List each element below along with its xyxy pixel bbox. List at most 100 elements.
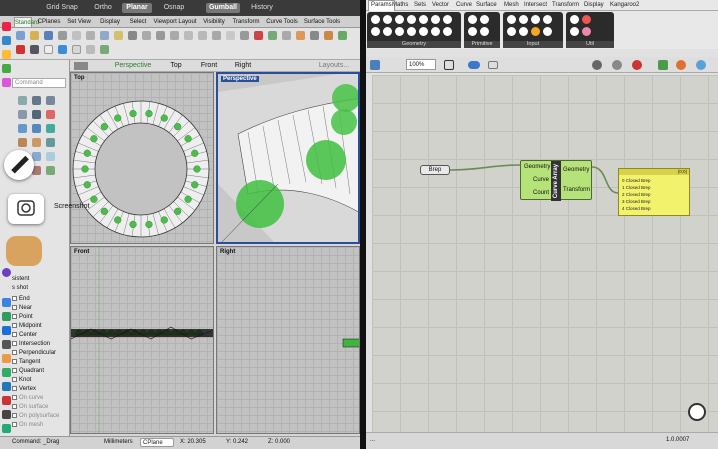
osnap-vertex[interactable]: Vertex (12, 386, 36, 392)
circle-icon[interactable] (18, 110, 27, 119)
zoom-select[interactable]: 100% (406, 59, 436, 70)
number-param-icon[interactable] (468, 27, 477, 36)
dock-app-icon[interactable] (2, 354, 11, 363)
input-count[interactable]: Count (533, 190, 549, 196)
ortho-toggle[interactable]: Ortho (90, 3, 116, 13)
shade-icon[interactable] (324, 31, 333, 40)
text-param-icon[interactable] (480, 27, 489, 36)
dock-app-icon[interactable] (2, 326, 11, 335)
osnap-on-curve[interactable]: On curve (12, 395, 43, 401)
screenshot-icon[interactable] (8, 194, 44, 224)
dock-app-icon[interactable] (2, 396, 11, 405)
osnap-perpendicular[interactable]: Perpendicular (12, 350, 56, 356)
osnap-on-polysurface[interactable]: On polysurface (12, 413, 59, 419)
dock-app-icon[interactable] (2, 312, 11, 321)
preview-mode-icon[interactable] (592, 60, 602, 70)
options-icon[interactable] (72, 45, 81, 54)
osnap-quadrant[interactable]: Quadrant (12, 368, 44, 374)
planar-toggle[interactable]: Planar (122, 3, 152, 13)
point-param-icon[interactable] (383, 15, 392, 24)
tab-transform[interactable]: Transform (230, 17, 262, 27)
arc-param-icon[interactable] (443, 15, 452, 24)
tab-params[interactable]: Params (368, 0, 395, 11)
dock-app-icon[interactable] (2, 22, 11, 31)
osnap-near[interactable]: Near (12, 305, 32, 311)
copy-icon[interactable] (100, 31, 109, 40)
paste-icon[interactable] (114, 31, 123, 40)
panel-icon[interactable] (507, 27, 516, 36)
viewport-grid-icon[interactable] (74, 62, 88, 70)
osnap-end[interactable]: End (12, 296, 30, 302)
osnap-tangent[interactable]: Tangent (12, 359, 40, 365)
tab-sets[interactable]: Sets (414, 1, 426, 10)
dock-app-icon[interactable] (2, 36, 11, 45)
tab-front[interactable]: Front (196, 61, 222, 71)
hide-icon[interactable] (282, 31, 291, 40)
jump-icon[interactable] (570, 27, 579, 36)
line-param-icon[interactable] (419, 15, 428, 24)
document-preview-icon[interactable] (676, 60, 686, 70)
print-icon[interactable] (58, 31, 67, 40)
grasshopper-icon[interactable] (100, 45, 109, 54)
fitness-icon[interactable] (582, 27, 591, 36)
tab-top[interactable]: Top (164, 61, 188, 71)
lock-icon[interactable] (296, 31, 305, 40)
viewport-perspective[interactable]: Perspective (216, 72, 360, 244)
save-icon[interactable] (370, 60, 380, 70)
pan-icon[interactable] (142, 31, 151, 40)
osnap-point[interactable]: Point (12, 314, 33, 320)
grid-snap-toggle[interactable]: Grid Snap (42, 3, 82, 13)
tab-layouts[interactable]: Layouts... (314, 61, 354, 71)
extrude-icon[interactable] (32, 124, 41, 133)
dock-app-icon[interactable] (2, 64, 11, 73)
curve-icon[interactable] (46, 96, 55, 105)
bake-icon[interactable] (696, 60, 706, 70)
sketch-icon[interactable] (488, 61, 498, 69)
slider-icon[interactable] (507, 15, 516, 24)
input-geometry[interactable]: Geometry (524, 164, 550, 170)
osnap-knot[interactable]: Knot (12, 377, 31, 383)
tab-vector[interactable]: Vector (432, 1, 449, 10)
help-icon[interactable] (86, 45, 95, 54)
command-input[interactable]: Command (12, 78, 66, 88)
tab-select[interactable]: Select (126, 17, 150, 27)
properties-icon[interactable] (72, 31, 81, 40)
vector-param-icon[interactable] (395, 15, 404, 24)
rectangle-icon[interactable] (46, 110, 55, 119)
viewport-right[interactable]: Right (216, 246, 360, 434)
control-knob-icon[interactable] (531, 27, 540, 36)
tab-visibility[interactable]: Visibility (200, 17, 228, 27)
viewport-front[interactable]: Front (70, 246, 214, 434)
tab-mesh[interactable]: Mesh (504, 1, 519, 10)
lights-icon[interactable] (268, 31, 277, 40)
field-param-icon[interactable] (419, 27, 428, 36)
dimension-icon[interactable] (46, 152, 55, 161)
brep-parameter[interactable]: Brep (420, 165, 450, 175)
integer-param-icon[interactable] (480, 15, 489, 24)
digit-scroller-icon[interactable] (543, 27, 552, 36)
colour-swatch-icon[interactable] (519, 27, 528, 36)
group-param-icon[interactable] (431, 27, 440, 36)
undo-icon[interactable] (128, 31, 137, 40)
point-icon[interactable] (18, 96, 27, 105)
markup-pencil-icon[interactable] (4, 150, 34, 180)
cplane-select[interactable]: CPlane (140, 438, 174, 447)
dock-app-icon[interactable] (2, 340, 11, 349)
cluster-icon[interactable] (570, 15, 579, 24)
tab-maths[interactable]: Maths (392, 1, 408, 10)
rotate-view-icon[interactable] (156, 31, 165, 40)
tab-viewport-layout[interactable]: Viewport Layout (152, 17, 198, 27)
output-panel[interactable]: {0;0} 0 Closed Brep 1 Closed Brep 2 Clos… (618, 168, 690, 216)
viewport-top[interactable]: Top (70, 72, 214, 244)
polyline-icon[interactable] (32, 96, 41, 105)
osnap-on-mesh[interactable]: On mesh (12, 422, 43, 428)
grid-icon[interactable] (240, 31, 249, 40)
data-dam-icon[interactable] (582, 15, 591, 24)
tab-set-view[interactable]: Set View (64, 17, 94, 27)
output-transform[interactable]: Transform (563, 187, 590, 193)
shaded-icon[interactable] (632, 60, 642, 70)
tab-intersect[interactable]: Intersect (524, 1, 547, 10)
boolean-param-icon[interactable] (468, 15, 477, 24)
dock-app-icon[interactable] (2, 298, 11, 307)
dock-app-icon[interactable] (2, 268, 11, 277)
